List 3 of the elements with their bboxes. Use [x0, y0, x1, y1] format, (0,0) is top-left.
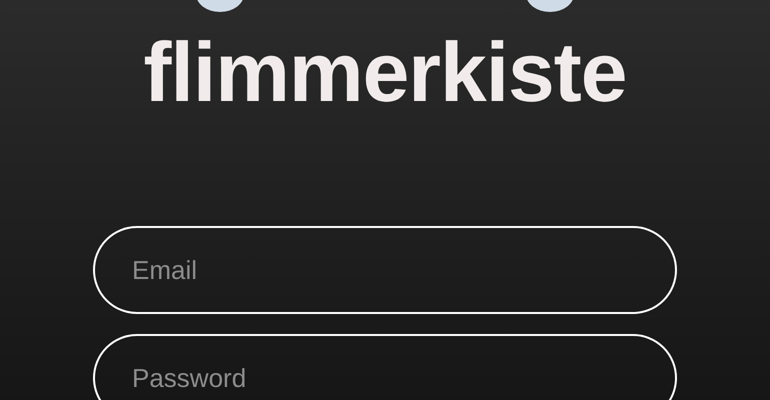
password-field[interactable]: Password — [93, 334, 677, 400]
app-title: flimmerkiste — [144, 32, 626, 112]
email-field[interactable]: Email — [93, 226, 677, 314]
